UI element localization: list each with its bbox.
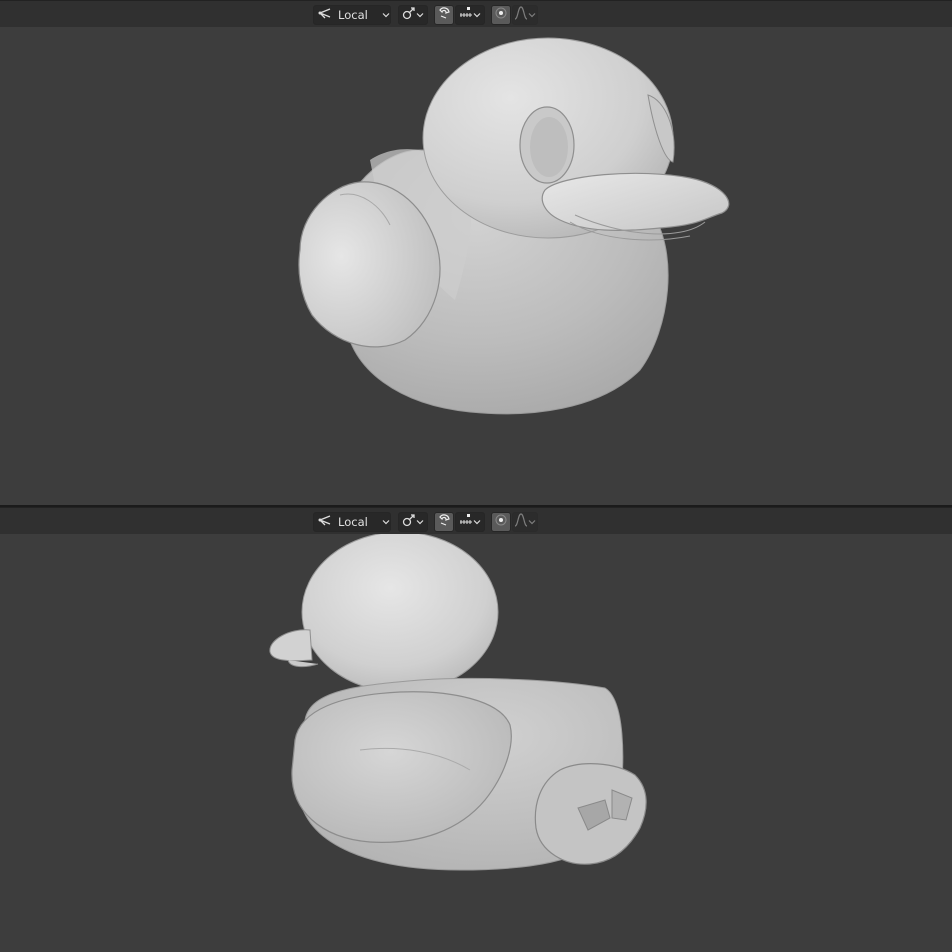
snap-increment-icon xyxy=(459,5,473,24)
transform-orientation-label: Local xyxy=(338,7,368,22)
chevron-down-icon xyxy=(473,518,481,526)
pivot-link-icon xyxy=(402,512,416,531)
viewport-bottom[interactable]: Local xyxy=(0,507,952,952)
falloff-curve-icon xyxy=(514,512,528,531)
falloff-dropdown[interactable] xyxy=(512,511,538,532)
snap-target-dropdown[interactable] xyxy=(455,4,485,25)
chevron-down-icon xyxy=(473,11,481,19)
snap-increment-icon xyxy=(459,512,473,531)
falloff-curve-icon xyxy=(514,5,528,24)
snap-magnet-icon xyxy=(437,512,451,531)
snap-toggle-button[interactable] xyxy=(434,511,454,532)
chevron-down-icon xyxy=(382,11,390,19)
chevron-down-icon xyxy=(416,518,424,526)
proportional-edit-toggle[interactable] xyxy=(491,511,511,532)
viewport-toolbar: Local xyxy=(313,511,538,532)
viewport-header: Local xyxy=(0,0,952,27)
duck-model-back-view[interactable] xyxy=(0,534,952,952)
pivot-point-dropdown[interactable] xyxy=(398,4,428,25)
pivot-link-icon xyxy=(402,5,416,24)
duck-model-front-view[interactable] xyxy=(0,27,952,505)
chevron-down-icon xyxy=(528,11,536,19)
chevron-down-icon xyxy=(528,518,536,526)
transform-orientation-label: Local xyxy=(338,514,368,529)
proportional-edit-icon xyxy=(494,5,508,24)
proportional-edit-toggle[interactable] xyxy=(491,4,511,25)
falloff-dropdown[interactable] xyxy=(512,4,538,25)
viewport-toolbar: Local xyxy=(313,4,538,25)
snap-target-dropdown[interactable] xyxy=(455,511,485,532)
orientation-gizmo-icon xyxy=(318,514,332,529)
duck-head xyxy=(301,534,499,693)
transform-orientation-dropdown[interactable]: Local xyxy=(313,511,391,532)
pivot-point-dropdown[interactable] xyxy=(398,511,428,532)
snap-toggle-button[interactable] xyxy=(434,4,454,25)
orientation-gizmo-icon xyxy=(318,7,332,22)
viewport-top[interactable]: Local xyxy=(0,0,952,505)
chevron-down-icon xyxy=(416,11,424,19)
duck-beak xyxy=(269,629,313,662)
viewport-header: Local xyxy=(0,507,952,534)
snap-magnet-icon xyxy=(437,5,451,24)
chevron-down-icon xyxy=(382,518,390,526)
proportional-edit-icon xyxy=(494,512,508,531)
transform-orientation-dropdown[interactable]: Local xyxy=(313,4,391,25)
